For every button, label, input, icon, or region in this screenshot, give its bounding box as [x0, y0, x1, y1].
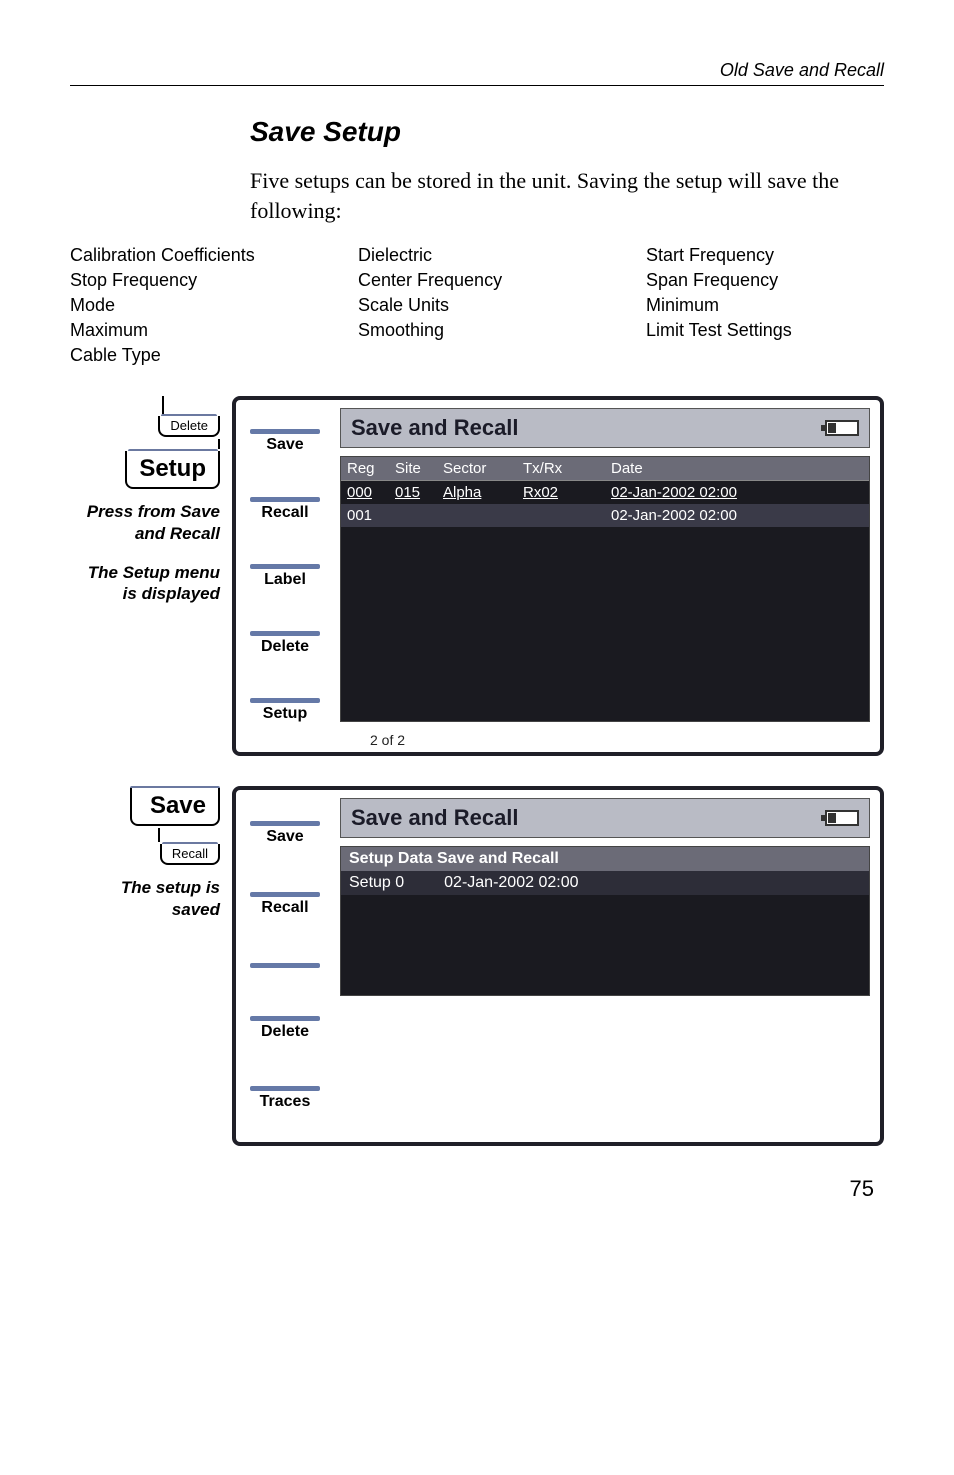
battery-icon	[825, 420, 859, 436]
save-items-columns: Calibration Coefficients Stop Frequency …	[70, 245, 884, 370]
setup-data-panel: Setup Data Save and Recall Setup 0 02-Ja…	[340, 846, 870, 996]
table-row[interactable]: 001 02-Jan-2002 02:00	[341, 504, 869, 527]
col-site: Site	[395, 460, 443, 477]
save-item: Stop Frequency	[70, 270, 308, 291]
device-screen-2: Save Recall Delete Traces Save and Recal…	[232, 786, 884, 1146]
softkey-recall[interactable]: Recall	[240, 899, 330, 917]
softkey-recall[interactable]: Recall	[240, 504, 330, 522]
save-item: Limit Test Settings	[646, 320, 884, 341]
cell-site	[395, 507, 443, 524]
softkey-setup-tab: Setup	[125, 451, 220, 489]
softkey-save-tab: Save	[130, 788, 220, 826]
cell-date: 02-Jan-2002 02:00	[593, 507, 863, 524]
save-item: Center Frequency	[358, 270, 596, 291]
figure1-caption-b: The Setup menu is displayed	[70, 562, 220, 605]
save-item: Mode	[70, 295, 308, 316]
save-item: Dielectric	[358, 245, 596, 266]
save-item: Calibration Coefficients	[70, 245, 308, 266]
softkey-save[interactable]: Save	[240, 828, 330, 846]
cell-reg: 001	[347, 507, 395, 524]
section-title: Save Setup	[250, 116, 884, 148]
cell-date: 02-Jan-2002 02:00	[593, 484, 863, 501]
softkey-delete-tab: Delete	[158, 416, 220, 437]
pager: 2 of 2	[340, 722, 870, 748]
softkey-save[interactable]: Save	[240, 436, 330, 454]
cell-txrx: Rx02	[523, 484, 593, 501]
screen-title: Save and Recall	[351, 415, 519, 441]
setup-name: Setup 0	[349, 874, 404, 892]
save-item: Maximum	[70, 320, 308, 341]
col-date: Date	[593, 460, 863, 477]
col-txrx: Tx/Rx	[523, 460, 593, 477]
setup-row[interactable]: Setup 0 02-Jan-2002 02:00	[341, 871, 869, 895]
figure1-caption-a: Press from Save and Recall	[70, 501, 220, 544]
cell-sector: Alpha	[443, 484, 523, 501]
cell-txrx	[523, 507, 593, 524]
cell-sector	[443, 507, 523, 524]
softkey-setup[interactable]: Setup	[240, 705, 330, 723]
figure-2: Save Recall The setup is saved Save Reca…	[70, 786, 884, 1146]
softkey-delete[interactable]: Delete	[240, 638, 330, 656]
softkey-recall-tab: Recall	[160, 844, 220, 865]
cell-reg: 000	[347, 484, 395, 501]
softkey-traces[interactable]: Traces	[240, 1093, 330, 1111]
trace-table: Reg Site Sector Tx/Rx Date 000 015 Alpha…	[340, 456, 870, 722]
save-item: Smoothing	[358, 320, 596, 341]
figure-1: Delete Setup Press from Save and Recall …	[70, 396, 884, 756]
save-item: Cable Type	[70, 345, 308, 366]
save-item: Start Frequency	[646, 245, 884, 266]
cell-site: 015	[395, 484, 443, 501]
setup-date: 02-Jan-2002 02:00	[444, 874, 578, 892]
col-reg: Reg	[347, 460, 395, 477]
softkey-delete[interactable]: Delete	[240, 1023, 330, 1041]
softkey-label[interactable]: Label	[240, 571, 330, 589]
running-head: Old Save and Recall	[70, 60, 884, 86]
save-item: Span Frequency	[646, 270, 884, 291]
table-row[interactable]: 000 015 Alpha Rx02 02-Jan-2002 02:00	[341, 481, 869, 504]
save-item: Minimum	[646, 295, 884, 316]
col-sector: Sector	[443, 460, 523, 477]
page-number: 75	[70, 1176, 884, 1202]
device-screen-1: Save Recall Label Delete Setup Save and …	[232, 396, 884, 756]
screen-title: Save and Recall	[351, 805, 519, 831]
figure2-caption: The setup is saved	[70, 877, 220, 920]
intro-paragraph: Five setups can be stored in the unit. S…	[250, 166, 874, 225]
save-item: Scale Units	[358, 295, 596, 316]
battery-icon	[825, 810, 859, 826]
setup-panel-header: Setup Data Save and Recall	[341, 847, 869, 871]
